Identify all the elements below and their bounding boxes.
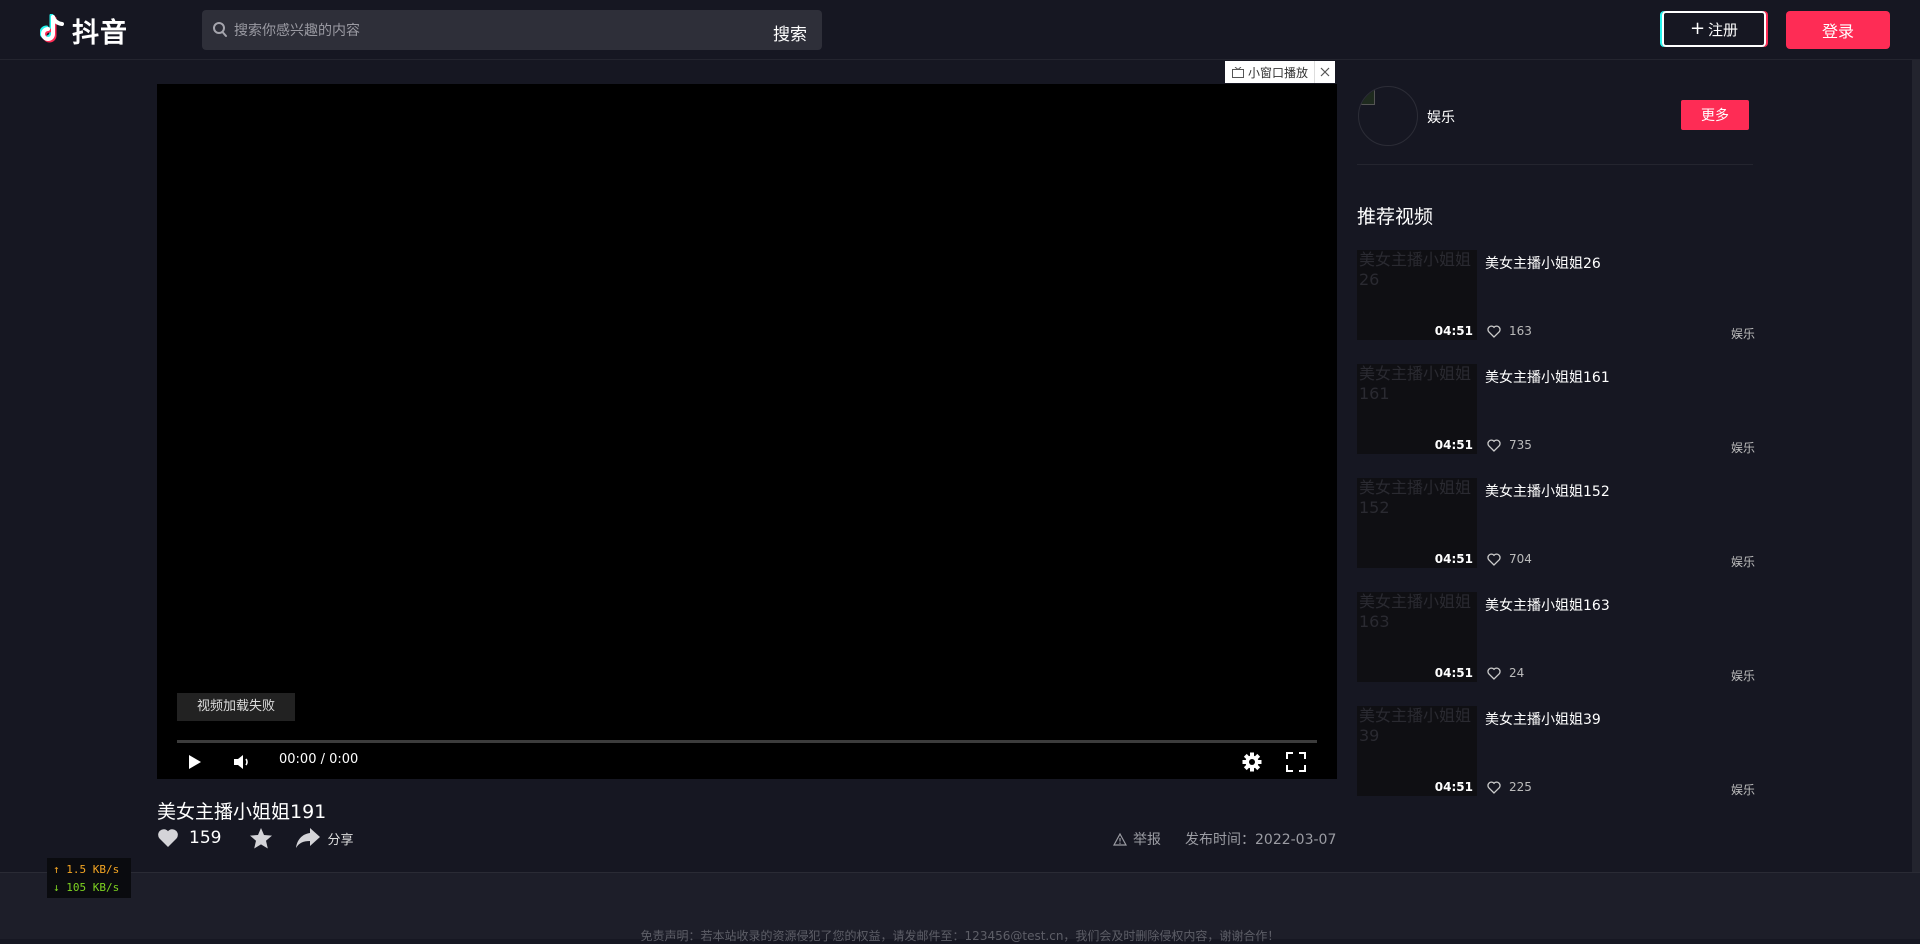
video-thumbnail[interactable]: 美女主播小姐姐163 04:51 xyxy=(1357,592,1477,682)
video-thumbnail[interactable]: 美女主播小姐姐152 04:51 xyxy=(1357,478,1477,568)
more-button[interactable]: 更多 xyxy=(1681,100,1749,130)
search-bar: 搜索 xyxy=(202,10,822,52)
share-label[interactable]: 分享 xyxy=(327,829,353,848)
star-icon[interactable] xyxy=(249,827,273,849)
recommended-likes: 163 xyxy=(1487,324,1532,338)
avatar[interactable] xyxy=(1358,86,1418,146)
like-count: 704 xyxy=(1509,552,1532,566)
video-meta: 举报 发布时间：2022-03-07 xyxy=(1113,829,1336,849)
settings-gear-icon[interactable] xyxy=(1240,750,1264,774)
recommended-likes: 704 xyxy=(1487,552,1532,566)
author-card: 娱乐 更多 xyxy=(1357,86,1753,165)
mini-window-button[interactable]: 小窗口播放 xyxy=(1225,61,1335,83)
duration-label: 04:51 xyxy=(1434,780,1473,794)
progress-bar[interactable] xyxy=(177,740,1317,743)
thumbnail-alt-text: 美女主播小姐姐39 xyxy=(1359,706,1472,745)
publish-date: 发布时间：2022-03-07 xyxy=(1185,832,1337,848)
recommended-title[interactable]: 美女主播小姐姐161 xyxy=(1485,367,1610,387)
category-label[interactable]: 娱乐 xyxy=(1731,325,1755,342)
category-label[interactable]: 娱乐 xyxy=(1731,553,1755,570)
page-scrollbar[interactable] xyxy=(1912,59,1920,872)
thumbnail-alt-text: 美女主播小姐姐26 xyxy=(1359,250,1472,289)
douyin-logo[interactable]: 抖音 xyxy=(40,14,128,49)
recommended-title[interactable]: 美女主播小姐姐152 xyxy=(1485,481,1610,501)
scrollbar-thumb[interactable] xyxy=(1912,59,1920,872)
register-label: 注册 xyxy=(1708,20,1739,39)
video-thumbnail[interactable]: 美女主播小姐姐26 04:51 xyxy=(1357,250,1477,340)
tv-icon xyxy=(1232,66,1244,78)
recommended-likes: 225 xyxy=(1487,780,1532,794)
header: 抖音 搜索 + 注册 登录 xyxy=(0,0,1920,60)
recommended-item[interactable]: 美女主播小姐姐26 04:51 美女主播小姐姐26 163 娱乐 xyxy=(1357,250,1759,364)
search-icon xyxy=(213,22,227,37)
warning-icon xyxy=(1113,832,1127,846)
recommended-item[interactable]: 美女主播小姐姐161 04:51 美女主播小姐姐161 735 娱乐 xyxy=(1357,364,1759,478)
logo-text: 抖音 xyxy=(72,17,128,49)
thumbnail-alt-text: 美女主播小姐姐161 xyxy=(1359,364,1472,403)
login-button[interactable]: 登录 xyxy=(1786,11,1890,49)
video-actions: 159 分享 xyxy=(157,826,353,850)
thumbnail-alt-text: 美女主播小姐姐163 xyxy=(1359,592,1472,631)
heart-outline-icon xyxy=(1487,666,1501,680)
fullscreen-icon[interactable] xyxy=(1284,750,1308,774)
category-label[interactable]: 娱乐 xyxy=(1731,667,1755,684)
recommended-likes: 735 xyxy=(1487,438,1532,452)
load-error-toast: 视频加载失败 xyxy=(177,693,296,721)
disclaimer-text: 免责声明：若本站收录的资源侵犯了您的权益，请发邮件至：123456@test.c… xyxy=(640,929,1280,943)
play-icon[interactable] xyxy=(185,750,205,774)
footer: 免责声明：若本站收录的资源侵犯了您的权益，请发邮件至：123456@test.c… xyxy=(0,872,1920,943)
duration-label: 04:51 xyxy=(1434,552,1473,566)
broken-image-icon xyxy=(1361,89,1375,105)
recommended-list: 美女主播小姐姐26 04:51 美女主播小姐姐26 163 娱乐 美女主播小姐姐… xyxy=(1357,250,1759,820)
recommended-item[interactable]: 美女主播小姐姐39 04:51 美女主播小姐姐39 225 娱乐 xyxy=(1357,706,1759,820)
heart-outline-icon xyxy=(1487,552,1501,566)
recommended-item[interactable]: 美女主播小姐姐163 04:51 美女主播小姐姐163 24 娱乐 xyxy=(1357,592,1759,706)
time-display: 00:00 / 0:00 xyxy=(279,752,359,767)
recommended-title[interactable]: 美女主播小姐姐26 xyxy=(1485,253,1601,273)
category-label[interactable]: 娱乐 xyxy=(1731,781,1755,798)
duration-label: 04:51 xyxy=(1434,666,1473,680)
heart-outline-icon xyxy=(1487,438,1501,452)
heart-icon[interactable] xyxy=(157,828,179,848)
upload-speed: ↑ 1.5 KB/s xyxy=(53,863,120,876)
search-button[interactable]: 搜索 xyxy=(773,20,807,45)
close-icon[interactable] xyxy=(1314,61,1335,83)
like-count: 735 xyxy=(1509,438,1532,452)
like-count: 225 xyxy=(1509,780,1532,794)
douyin-note-icon xyxy=(40,14,64,43)
share-icon[interactable] xyxy=(295,827,321,849)
recommended-likes: 24 xyxy=(1487,666,1524,680)
recommended-title[interactable]: 美女主播小姐姐163 xyxy=(1485,595,1610,615)
video-player[interactable]: 视频加载失败 00:00 / 0:00 xyxy=(157,84,1337,779)
thumbnail-alt-text: 美女主播小姐姐152 xyxy=(1359,478,1472,517)
recommended-item[interactable]: 美女主播小姐姐152 04:51 美女主播小姐姐152 704 娱乐 xyxy=(1357,478,1759,592)
like-count: 159 xyxy=(189,828,222,848)
register-button[interactable]: + 注册 xyxy=(1662,11,1766,47)
download-speed: ↓ 105 KB/s xyxy=(53,881,120,894)
plus-icon: + xyxy=(1689,18,1706,39)
like-count: 24 xyxy=(1509,666,1525,680)
heart-outline-icon xyxy=(1487,780,1501,794)
mini-window-label: 小窗口播放 xyxy=(1248,65,1309,80)
duration-label: 04:51 xyxy=(1434,438,1473,452)
volume-icon[interactable] xyxy=(231,750,253,774)
heart-outline-icon xyxy=(1487,324,1501,338)
video-thumbnail[interactable]: 美女主播小姐姐39 04:51 xyxy=(1357,706,1477,796)
video-title: 美女主播小姐姐191 xyxy=(157,801,327,823)
recommended-heading: 推荐视频 xyxy=(1357,206,1434,228)
network-speed-widget: ↑ 1.5 KB/s ↓ 105 KB/s xyxy=(47,858,131,898)
duration-label: 04:51 xyxy=(1434,324,1473,338)
like-count: 163 xyxy=(1509,324,1532,338)
author-name[interactable]: 娱乐 xyxy=(1427,107,1455,127)
category-label[interactable]: 娱乐 xyxy=(1731,439,1755,456)
video-thumbnail[interactable]: 美女主播小姐姐161 04:51 xyxy=(1357,364,1477,454)
report-button[interactable]: 举报 xyxy=(1113,829,1161,849)
search-input[interactable] xyxy=(232,10,666,52)
report-label: 举报 xyxy=(1133,832,1161,848)
recommended-title[interactable]: 美女主播小姐姐39 xyxy=(1485,709,1601,729)
